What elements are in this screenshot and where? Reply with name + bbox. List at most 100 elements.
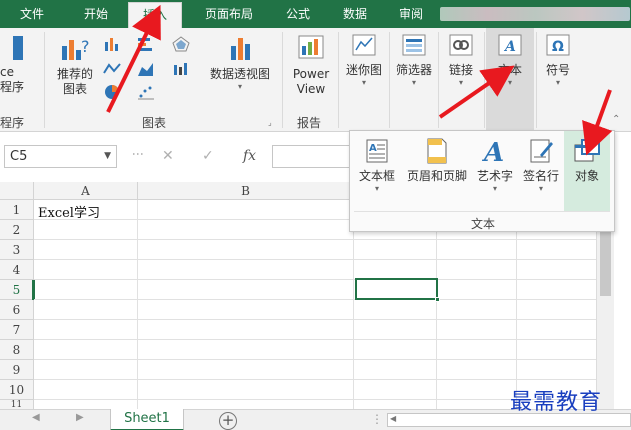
link-label: 链接 <box>448 63 473 77</box>
group-separator <box>282 32 283 128</box>
chevron-down-icon[interactable]: ▼ <box>104 146 111 167</box>
filter-dropdown-icon: ▾ <box>411 78 416 87</box>
signature-line-button[interactable]: 签名行 ▾ <box>518 131 564 211</box>
row-header[interactable]: 8 <box>0 340 34 360</box>
cancel-button[interactable]: ✕ <box>162 145 174 168</box>
tab-formulas[interactable]: 公式 <box>274 0 322 28</box>
scroll-left-icon[interactable]: ◀ <box>390 414 396 423</box>
power-view-icon <box>298 35 324 59</box>
textbox-label: 文本框 <box>358 169 395 183</box>
sheet-tab-sheet1[interactable]: Sheet1 <box>110 409 184 430</box>
symbol-button[interactable]: Ω 符号 ▾ <box>538 32 578 87</box>
recommended-charts-icon: ? <box>62 37 90 60</box>
group-separator <box>389 32 390 128</box>
formula-input[interactable] <box>272 145 352 168</box>
sheet-next-icon[interactable]: ▶ <box>76 412 84 423</box>
sparkline-label: 迷你图 <box>345 63 382 77</box>
stock-chart-icon[interactable] <box>172 61 190 77</box>
column-chart-icon[interactable] <box>103 36 121 52</box>
formula-bar-grip-icon: ⋮ <box>131 148 145 160</box>
object-button[interactable]: 对象 <box>564 131 610 211</box>
tab-split-icon[interactable]: ⋮ <box>371 412 383 426</box>
link-icon <box>449 34 473 56</box>
pivot-chart-button[interactable]: 数据透视图 ▾ <box>205 32 275 91</box>
insert-function-button[interactable]: fx <box>243 145 256 168</box>
group-label-reports: 报告 <box>297 116 322 130</box>
row-header[interactable]: 2 <box>0 220 34 240</box>
wordart-label: 艺术字 <box>476 169 513 183</box>
wordart-dropdown-icon: ▾ <box>492 184 497 193</box>
row-header[interactable]: 3 <box>0 240 34 260</box>
tab-page-layout[interactable]: 页面布局 <box>186 0 272 28</box>
blurred-area <box>440 7 630 21</box>
column-header-a[interactable]: A <box>34 182 138 200</box>
name-box[interactable]: C5 ▼ <box>4 145 117 168</box>
area-chart-icon[interactable] <box>137 61 155 77</box>
recommended-charts-label: 推荐的 图表 <box>56 67 93 96</box>
group-separator <box>44 32 45 128</box>
column-header-b[interactable]: B <box>138 182 354 200</box>
tab-file[interactable]: 文件 <box>0 0 64 28</box>
collapse-ribbon-icon[interactable]: ⌃ <box>612 114 620 125</box>
omega-icon: Ω <box>546 34 570 56</box>
signature-line-dropdown-icon: ▾ <box>538 184 543 193</box>
textbox-dropdown-icon: ▾ <box>374 184 379 193</box>
group-separator <box>484 32 485 128</box>
symbol-dropdown-icon: ▾ <box>555 78 560 87</box>
object-label: 对象 <box>574 169 599 183</box>
header-footer-button[interactable]: 页眉和页脚 <box>402 131 472 211</box>
filter-button[interactable]: 筛选器 ▾ <box>392 32 436 87</box>
group-separator <box>338 32 339 128</box>
row-header[interactable]: 5 <box>0 280 34 300</box>
object-icon <box>574 139 600 162</box>
signature-line-icon <box>530 139 553 163</box>
row-header[interactable]: 9 <box>0 360 34 380</box>
header-footer-icon <box>427 138 447 164</box>
pivot-chart-label: 数据透视图 <box>209 67 270 81</box>
selected-cell-c5[interactable] <box>355 278 440 302</box>
group-separator <box>438 32 439 128</box>
pivot-chart-dropdown-icon: ▾ <box>237 82 242 91</box>
wordart-button[interactable]: A 艺术字 ▾ <box>472 131 518 211</box>
power-view-button[interactable]: Power View <box>288 32 334 97</box>
link-button[interactable]: 链接 ▾ <box>441 32 481 87</box>
textbox-icon: A <box>366 139 388 163</box>
sparkline-button[interactable]: 迷你图 ▾ <box>342 32 386 87</box>
text-label: 文本 <box>497 63 522 77</box>
row-header[interactable]: 4 <box>0 260 34 280</box>
tab-data[interactable]: 数据 <box>330 0 380 28</box>
tab-review[interactable]: 审阅 <box>386 0 436 28</box>
apps-button[interactable]: ce 程序 <box>0 32 34 95</box>
ribbon-insert-panel: ce 程序 程序 ? 推荐的 图表 图表 ⌟ 数据透视图 ▾ Power Vie… <box>0 28 631 132</box>
cell-a1[interactable]: Excel学习 <box>38 202 100 221</box>
tab-home[interactable]: 开始 <box>66 0 126 28</box>
text-button[interactable]: A 文本 ▾ <box>486 28 534 132</box>
fill-handle[interactable] <box>435 297 440 302</box>
filter-label: 筛选器 <box>395 63 432 77</box>
row-header[interactable]: 7 <box>0 320 34 340</box>
charts-launcher-icon[interactable]: ⌟ <box>268 118 272 127</box>
scrollbar-thumb[interactable] <box>600 226 611 296</box>
scatter-chart-icon[interactable] <box>137 84 155 100</box>
line-chart-icon[interactable] <box>103 61 121 77</box>
enter-button[interactable]: ✓ <box>202 145 214 168</box>
header-footer-label: 页眉和页脚 <box>406 169 467 183</box>
pie-chart-icon[interactable] <box>103 84 121 100</box>
recommended-charts-button[interactable]: ? 推荐的 图表 <box>50 32 100 97</box>
apps-label-top: ce <box>0 65 14 79</box>
tab-insert[interactable]: 插入 <box>128 2 182 28</box>
select-all-corner[interactable] <box>0 182 34 200</box>
textbox-button[interactable]: A 文本框 ▾ <box>352 131 402 211</box>
add-sheet-icon[interactable]: + <box>219 412 237 430</box>
symbol-label: 符号 <box>545 63 570 77</box>
row-header[interactable]: 1 <box>0 200 34 220</box>
text-dropdown-icon: ▾ <box>507 78 512 87</box>
sheet-prev-icon[interactable]: ◀ <box>32 412 40 423</box>
radar-chart-icon[interactable] <box>172 36 190 52</box>
svg-text:?: ? <box>81 37 90 56</box>
row-header[interactable]: 6 <box>0 300 34 320</box>
bar-chart-icon[interactable] <box>137 36 155 52</box>
grid-line <box>137 200 138 410</box>
link-dropdown-icon: ▾ <box>458 78 463 87</box>
row-header[interactable]: 10 <box>0 380 34 400</box>
